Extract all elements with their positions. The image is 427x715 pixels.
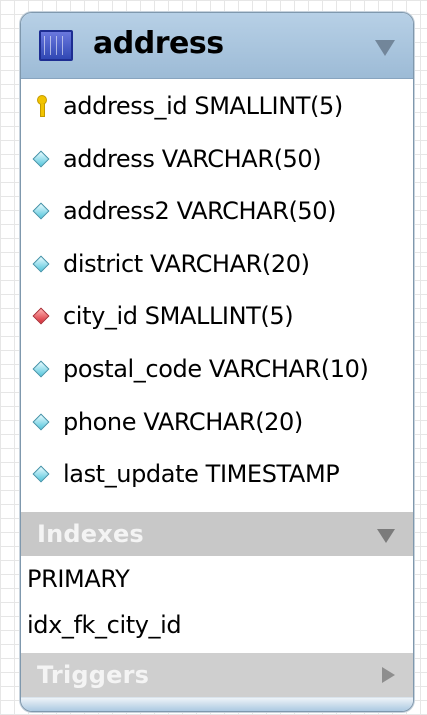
index-row-primary[interactable]: PRIMARY bbox=[21, 556, 413, 602]
column-label: address VARCHAR(50) bbox=[63, 144, 322, 173]
column-label: address_id SMALLINT(5) bbox=[63, 92, 343, 120]
triggers-title: Triggers bbox=[37, 661, 150, 689]
column-label: last_update TIMESTAMP bbox=[63, 460, 340, 489]
table-footer bbox=[21, 697, 413, 711]
column-row-last-update[interactable]: last_update TIMESTAMP bbox=[21, 447, 413, 500]
column-diamond-icon bbox=[32, 413, 50, 431]
table-name: address bbox=[93, 26, 224, 61]
column-label: phone VARCHAR(20) bbox=[63, 407, 303, 436]
column-row-address-id[interactable]: address_id SMALLINT(5) bbox=[21, 79, 413, 132]
column-row-address[interactable]: address VARCHAR(50) bbox=[21, 132, 413, 185]
column-label: district VARCHAR(20) bbox=[63, 249, 310, 278]
indexes-title: Indexes bbox=[37, 520, 144, 548]
column-label: address2 VARCHAR(50) bbox=[63, 197, 337, 226]
column-diamond-icon bbox=[32, 255, 50, 273]
index-label: PRIMARY bbox=[27, 565, 130, 593]
expand-triggers-arrow-icon[interactable] bbox=[382, 667, 395, 683]
column-label: postal_code VARCHAR(10) bbox=[63, 354, 369, 383]
column-row-phone[interactable]: phone VARCHAR(20) bbox=[21, 395, 413, 448]
column-diamond-icon bbox=[32, 465, 50, 483]
foreign-key-diamond-icon bbox=[32, 307, 50, 325]
collapse-indexes-arrow-icon[interactable] bbox=[377, 529, 395, 543]
index-label: idx_fk_city_id bbox=[27, 611, 182, 639]
column-diamond-icon bbox=[32, 150, 50, 168]
column-row-postal-code[interactable]: postal_code VARCHAR(10) bbox=[21, 342, 413, 395]
index-list: PRIMARY idx_fk_city_id bbox=[21, 556, 413, 648]
column-diamond-icon bbox=[32, 202, 50, 220]
column-label: city_id SMALLINT(5) bbox=[63, 302, 294, 331]
column-row-address2[interactable]: address2 VARCHAR(50) bbox=[21, 184, 413, 237]
triggers-section-header[interactable]: Triggers bbox=[21, 653, 413, 697]
table-title-bar[interactable]: address bbox=[21, 13, 413, 79]
indexes-section-header[interactable]: Indexes bbox=[21, 512, 413, 556]
collapse-table-arrow-icon[interactable] bbox=[375, 40, 395, 56]
column-list: address_id SMALLINT(5) address VARCHAR(5… bbox=[21, 79, 413, 500]
index-row-city-id[interactable]: idx_fk_city_id bbox=[21, 602, 413, 648]
column-row-city-id[interactable]: city_id SMALLINT(5) bbox=[21, 289, 413, 342]
column-diamond-icon bbox=[32, 360, 50, 378]
column-row-district[interactable]: district VARCHAR(20) bbox=[21, 237, 413, 290]
table-icon bbox=[39, 30, 73, 61]
address-table-card[interactable]: address address_id SMALLINT(5) address V… bbox=[20, 12, 414, 712]
primary-key-icon bbox=[37, 95, 47, 117]
